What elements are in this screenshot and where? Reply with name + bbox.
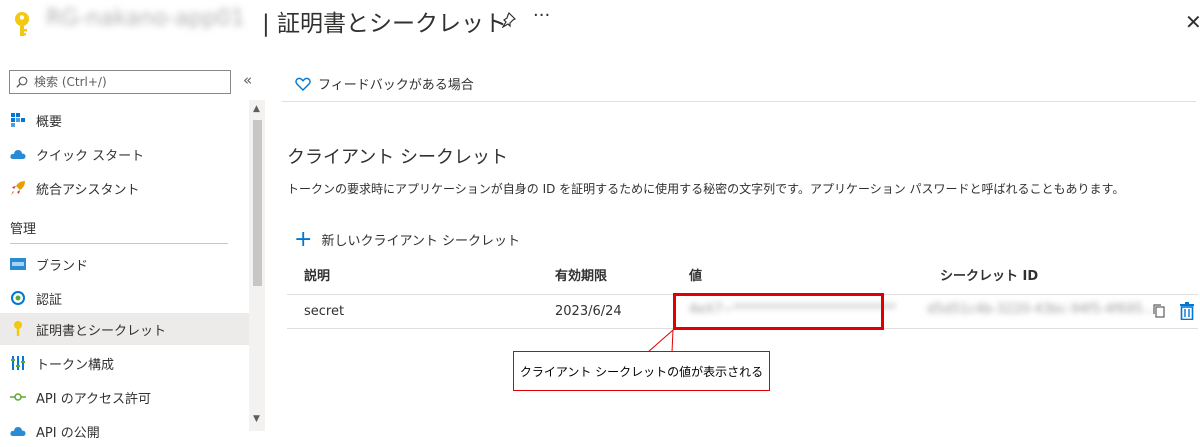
api-icon (10, 389, 26, 405)
sidebar-item-label: API のアクセス許可 (36, 391, 152, 407)
sidebar-item-api-permissions[interactable]: API のアクセス許可 (0, 381, 249, 413)
scroll-up-icon[interactable]: ▲ (253, 104, 260, 114)
section-title: クライアント シークレット (287, 147, 509, 168)
search-input[interactable] (34, 75, 214, 89)
sidebar-item-integration-assistant[interactable]: 統合アシスタント (0, 172, 249, 204)
trash-icon[interactable] (1180, 302, 1194, 320)
cloud-icon (10, 423, 26, 439)
scrollbar-thumb[interactable] (253, 120, 262, 286)
value-highlight-box (673, 293, 884, 330)
sidebar-item-branding[interactable]: ブランド (0, 248, 249, 280)
heart-icon (295, 77, 311, 91)
sidebar-item-label: ブランド (36, 258, 89, 274)
secret-expires: 2023/6/24 (555, 304, 622, 319)
secret-id: d5d51c4b-3220-43bc-94f5-4f695... (927, 302, 1156, 317)
grid-icon (10, 112, 26, 128)
column-header-expires[interactable]: 有効期限 (555, 265, 607, 284)
cloud-icon (10, 146, 26, 162)
scroll-down-icon[interactable]: ▼ (253, 414, 260, 424)
page-title: | 証明書とシークレット (262, 11, 508, 37)
section-description: トークンの要求時にアプリケーションが自身の ID を証明するために使用する秘密の… (287, 182, 1125, 196)
more-options-icon[interactable]: ··· (533, 5, 550, 26)
sidebar-item-overview[interactable]: 概要 (0, 104, 249, 136)
blade-header: RG-nakano-app01 | 証明書とシークレット ··· ✕ (0, 0, 1200, 50)
sidebar-item-label: 認証 (36, 292, 63, 308)
new-client-secret-button[interactable]: + 新しいクライアント シークレット (294, 226, 521, 252)
copy-icon[interactable] (1152, 303, 1166, 319)
command-bar: フィードバックがある場合 (282, 62, 1196, 102)
sidebar-item-label: 統合アシスタント (36, 182, 140, 198)
sidebar-item-label: 証明書とシークレット (36, 323, 167, 339)
rocket-icon (10, 180, 26, 196)
key-icon (10, 321, 26, 337)
section-divider (10, 243, 228, 244)
close-icon[interactable]: ✕ (1185, 10, 1200, 34)
branding-icon (10, 256, 26, 272)
sidebar-item-label: API の公開 (36, 425, 100, 441)
plus-icon: + (294, 226, 313, 252)
sidebar: « 概要 クイック スタート 統合アシスタント 管理 (0, 62, 265, 441)
new-client-secret-label: 新しいクライアント シークレット (321, 234, 521, 249)
sidebar-item-label: トークン構成 (36, 357, 115, 373)
feedback-button[interactable]: フィードバックがある場合 (295, 74, 474, 93)
secret-description: secret (304, 304, 345, 319)
column-header-value[interactable]: 値 (689, 265, 702, 284)
callout-text: クライアント シークレットの値が表示される (519, 364, 764, 379)
pin-icon[interactable] (500, 12, 516, 28)
sidebar-item-quickstart[interactable]: クイック スタート (0, 138, 249, 170)
sidebar-item-certificates-secrets[interactable]: 証明書とシークレット (0, 313, 249, 345)
sidebar-item-authentication[interactable]: 認証 (0, 282, 249, 314)
auth-icon (10, 290, 26, 306)
token-icon (10, 355, 26, 371)
app-name: RG-nakano-app01 (46, 6, 245, 31)
key-icon (15, 12, 29, 36)
search-icon (16, 76, 28, 88)
sidebar-search-box[interactable] (9, 70, 231, 94)
feedback-label: フィードバックがある場合 (318, 78, 474, 93)
sidebar-item-label: クイック スタート (36, 148, 145, 164)
sidebar-item-label: 概要 (36, 114, 63, 130)
sidebar-item-token-configuration[interactable]: トークン構成 (0, 347, 249, 379)
sidebar-item-expose-api[interactable]: API の公開 (0, 415, 249, 447)
annotation-callout: クライアント シークレットの値が表示される (513, 351, 770, 391)
sidebar-section-manage: 管理 (10, 222, 37, 237)
column-header-secret-id[interactable]: シークレット ID (940, 265, 1038, 284)
collapse-sidebar-button[interactable]: « (243, 71, 252, 89)
column-header-description[interactable]: 説明 (304, 265, 330, 284)
